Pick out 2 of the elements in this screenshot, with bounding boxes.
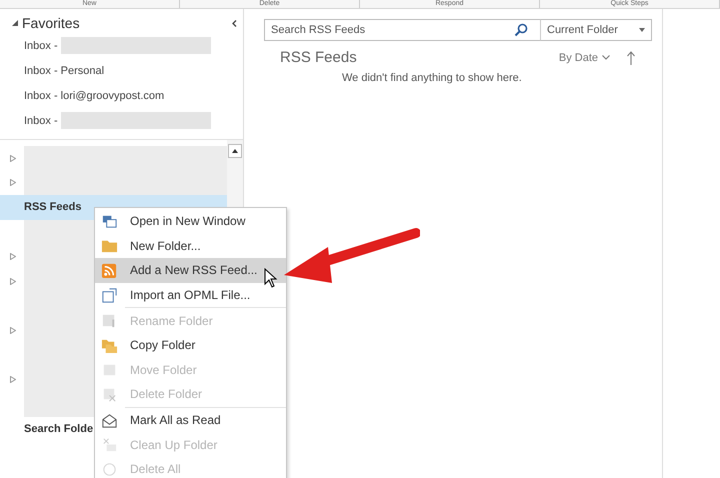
- empty-message: We didn't find anything to show here.: [341, 71, 523, 84]
- folder-title: RSS Feeds: [280, 49, 358, 66]
